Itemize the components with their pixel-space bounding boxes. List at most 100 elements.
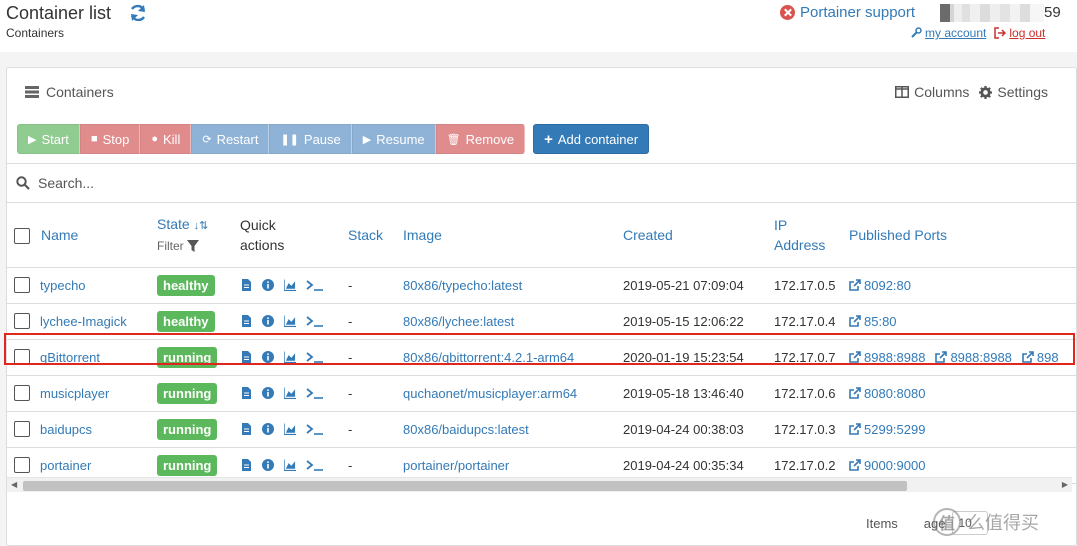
image-link[interactable]: 80x86/typecho:latest — [403, 278, 522, 293]
stop-button[interactable]: ■ Stop — [79, 124, 141, 154]
console-icon[interactable] — [306, 351, 324, 363]
table-row[interactable]: qBittorrent running - 80x86/qbittorrent:… — [7, 339, 1076, 376]
logs-icon[interactable] — [240, 315, 252, 327]
panel-actions: Columns Settings — [895, 84, 1048, 100]
table-row[interactable]: typecho healthy - 80x86/typecho:latest 2… — [7, 267, 1076, 304]
published-port-link[interactable]: 898 — [1022, 350, 1059, 365]
table-row[interactable]: baidupcs running - 80x86/baidupcs:latest… — [7, 411, 1076, 448]
info-icon[interactable] — [262, 423, 274, 435]
quick-actions — [240, 387, 348, 399]
stats-icon[interactable] — [284, 459, 296, 471]
row-checkbox[interactable] — [14, 421, 30, 438]
image-link[interactable]: quchaonet/musicplayer:arm64 — [403, 386, 577, 401]
stack-cell: - — [348, 267, 403, 304]
info-icon[interactable] — [262, 459, 274, 471]
created-header[interactable]: Created — [623, 203, 774, 268]
published-port-link[interactable]: 8092:80 — [849, 278, 911, 293]
scrollbar-thumb[interactable] — [23, 481, 907, 491]
kill-label: Kill — [163, 131, 181, 147]
columns-button[interactable]: Columns — [895, 84, 969, 100]
console-icon[interactable] — [306, 387, 324, 399]
info-icon[interactable] — [262, 279, 274, 291]
row-checkbox[interactable] — [14, 385, 30, 402]
settings-button[interactable]: Settings — [979, 84, 1048, 100]
container-name-link[interactable]: baidupcs — [40, 422, 92, 437]
logout-link[interactable]: log out — [994, 26, 1045, 40]
published-port-link[interactable]: 8988:8988 — [849, 350, 925, 365]
published-port-link[interactable]: 9000:9000 — [849, 458, 925, 473]
remove-button[interactable]: 🗑 Remove — [435, 124, 526, 154]
container-name-link[interactable]: portainer — [40, 458, 91, 473]
published-port-link[interactable]: 8080:8080 — [849, 386, 925, 401]
horizontal-scrollbar[interactable]: ◀ ▶ — [7, 477, 1072, 492]
table-row[interactable]: musicplayer running - quchaonet/musicpla… — [7, 375, 1076, 412]
row-checkbox[interactable] — [14, 313, 30, 330]
console-icon[interactable] — [306, 459, 324, 471]
search-input[interactable] — [38, 175, 438, 191]
logs-icon[interactable] — [240, 279, 252, 291]
select-all-checkbox[interactable] — [14, 228, 30, 245]
ports-header[interactable]: Published Ports — [849, 203, 1076, 268]
row-checkbox[interactable] — [14, 349, 30, 366]
logs-icon[interactable] — [240, 387, 252, 399]
pause-button[interactable]: ❚❚ Pause — [269, 124, 352, 154]
row-checkbox[interactable] — [14, 457, 30, 474]
scroll-left-arrow-icon[interactable]: ◀ — [11, 480, 17, 489]
container-name-link[interactable]: qBittorrent — [40, 350, 100, 365]
external-link-icon — [849, 423, 861, 435]
my-account-link[interactable]: my account — [910, 26, 986, 40]
port-label: 5299:5299 — [864, 421, 926, 437]
logs-icon[interactable] — [240, 459, 252, 471]
image-link[interactable]: 80x86/baidupcs:latest — [403, 422, 529, 437]
published-port-link[interactable]: 5299:5299 — [849, 422, 925, 437]
container-name-link[interactable]: lychee-Imagick — [40, 314, 127, 329]
stats-icon[interactable] — [284, 387, 296, 399]
console-icon[interactable] — [306, 423, 324, 435]
kill-button[interactable]: ● Kill — [140, 124, 192, 154]
quick-actions-label-2: actions — [240, 236, 285, 253]
published-port-link[interactable]: 8988:8988 — [935, 350, 1012, 365]
published-port-link[interactable]: 85:80 — [849, 314, 897, 329]
scroll-right-arrow-icon[interactable]: ▶ — [1062, 480, 1068, 489]
quick-actions-cell — [240, 339, 348, 376]
stop-icon: ■ — [90, 133, 98, 145]
resume-button[interactable]: ▶ Resume — [351, 124, 436, 154]
table-row[interactable]: lychee-Imagick healthy - 80x86/lychee:la… — [7, 303, 1076, 340]
sign-out-icon — [994, 27, 1007, 39]
portainer-support-link[interactable]: Portainer support — [780, 4, 915, 21]
image-link[interactable]: 80x86/qbittorrent:4.2.1-arm64 — [403, 350, 574, 365]
container-name-link[interactable]: musicplayer — [40, 386, 109, 401]
name-header[interactable]: Name — [34, 203, 157, 268]
row-checkbox[interactable] — [14, 277, 30, 294]
state-filter[interactable]: Filter — [157, 236, 240, 256]
select-cell — [7, 303, 34, 340]
stats-icon[interactable] — [284, 315, 296, 327]
state-cell: healthy — [157, 267, 240, 304]
stats-icon[interactable] — [284, 351, 296, 363]
ip-header[interactable]: IP Address — [774, 203, 849, 268]
stats-icon[interactable] — [284, 279, 296, 291]
external-link-icon — [1022, 351, 1034, 363]
info-icon[interactable] — [262, 315, 274, 327]
add-container-button[interactable]: + Add container — [533, 124, 650, 154]
select-all-cell — [7, 203, 34, 268]
stats-icon[interactable] — [284, 423, 296, 435]
logs-icon[interactable] — [240, 423, 252, 435]
stack-header[interactable]: Stack — [348, 203, 403, 268]
start-button[interactable]: ▶ Start — [17, 124, 80, 154]
restart-button[interactable]: ⟳ Restart — [191, 124, 270, 154]
logs-icon[interactable] — [240, 351, 252, 363]
image-link[interactable]: 80x86/lychee:latest — [403, 314, 514, 329]
ports-list: 8092:80 — [849, 278, 1076, 293]
container-name-link[interactable]: typecho — [40, 278, 86, 293]
refresh-icon[interactable] — [128, 3, 148, 23]
image-header[interactable]: Image — [403, 203, 623, 268]
console-icon[interactable] — [306, 315, 324, 327]
trash-icon: 🗑 — [446, 133, 461, 146]
state-header[interactable]: State ↓⇅ Filter — [157, 203, 240, 268]
name-cell: qBittorrent — [34, 339, 157, 376]
console-icon[interactable] — [306, 279, 324, 291]
info-icon[interactable] — [262, 387, 274, 399]
info-icon[interactable] — [262, 351, 274, 363]
image-link[interactable]: portainer/portainer — [403, 458, 509, 473]
